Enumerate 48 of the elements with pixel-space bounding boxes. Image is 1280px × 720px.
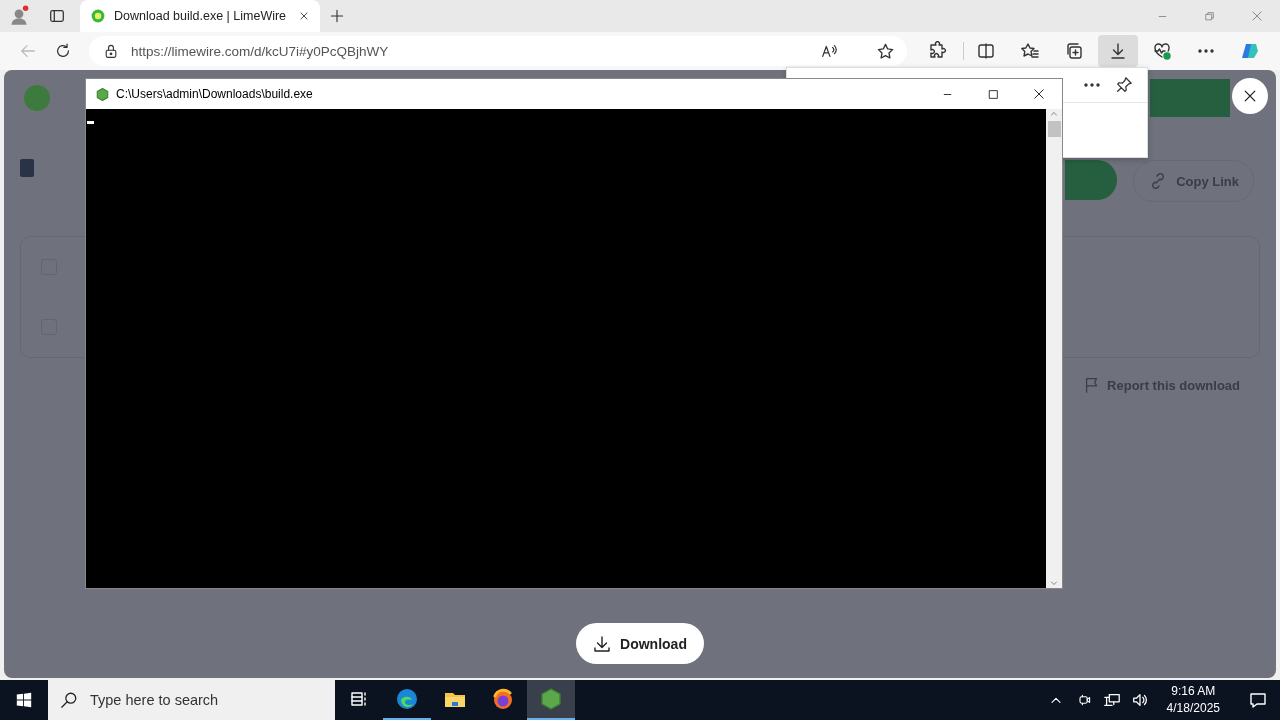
pin-icon[interactable]: [1115, 76, 1133, 94]
windows-logo-icon: [15, 691, 33, 709]
window-title: C:\Users\admin\Downloads\build.exe: [116, 87, 313, 101]
close-icon[interactable]: [1033, 88, 1045, 100]
hexagon-taskbar-button[interactable]: [527, 680, 575, 720]
notification-icon[interactable]: [1248, 690, 1268, 710]
lime-logo-icon: [90, 8, 106, 24]
download-button[interactable]: Download: [576, 623, 704, 664]
lock-icon: [103, 43, 119, 59]
firefox-icon: [491, 687, 515, 711]
tab-actions-icon[interactable]: [48, 7, 66, 25]
scrollbar[interactable]: [1046, 109, 1062, 588]
network-icon[interactable]: [1102, 691, 1121, 709]
time-text: 9:16 AM: [1171, 683, 1216, 700]
collections-icon: [1064, 41, 1084, 61]
hexagon-icon: [95, 86, 110, 102]
search-field[interactable]: Type here to search: [48, 680, 335, 720]
star-list-icon: [1020, 41, 1040, 61]
maximize-icon[interactable]: [987, 88, 999, 100]
logo-icon: [24, 85, 50, 111]
star-icon[interactable]: [876, 41, 895, 61]
close-icon[interactable]: [298, 10, 310, 22]
puzzle-icon: [927, 41, 947, 61]
clock[interactable]: 9:16 AM 4/18/2025: [1156, 683, 1230, 717]
profile-icon[interactable]: [8, 5, 30, 27]
edge-icon: [395, 687, 419, 711]
close-button[interactable]: [1232, 78, 1268, 114]
more-icon: [1197, 49, 1215, 53]
read-aloud-icon[interactable]: [820, 42, 838, 60]
url-text: https://limewire.com/d/kcU7i#y0PcQBjhWY: [131, 43, 390, 59]
copilot-icon: [1240, 41, 1260, 61]
address-bar[interactable]: https://limewire.com/d/kcU7i#y0PcQBjhWY: [89, 36, 907, 66]
split-screen-icon: [976, 41, 996, 61]
download-icon: [1108, 41, 1128, 61]
scrollbar-thumb[interactable]: [1047, 121, 1061, 137]
more-icon[interactable]: [1084, 83, 1100, 87]
date-text: 4/18/2025: [1166, 700, 1220, 717]
search-placeholder: Type here to search: [90, 692, 219, 708]
volume-icon[interactable]: [1130, 691, 1149, 709]
search-icon: [60, 691, 78, 709]
hexagon-icon: [539, 687, 563, 711]
download-icon: [592, 633, 613, 654]
file-icon: [20, 159, 34, 177]
browser-tab[interactable]: Download build.exe | LimeWire: [80, 0, 320, 32]
download-button[interactable]: [1098, 35, 1138, 67]
close-icon: [1242, 88, 1258, 104]
heartbeat-icon: [1152, 41, 1172, 61]
plus-icon[interactable]: [329, 8, 345, 24]
